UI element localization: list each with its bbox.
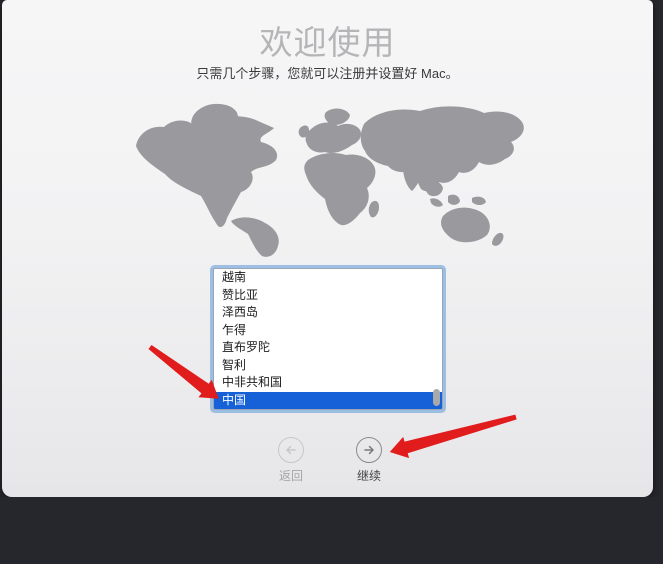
page-title: 欢迎使用 bbox=[2, 16, 653, 64]
back-button-label[interactable]: 返回 bbox=[261, 467, 321, 484]
voiceover-bar: 您需要听取 Mac 的设置说明吗？ 若要了解如何使用 VoiceOver 来设置… bbox=[0, 497, 663, 564]
country-list-item[interactable]: 中非共和国 bbox=[214, 374, 442, 392]
world-map-image bbox=[130, 100, 550, 260]
country-list-item[interactable]: 赞比亚 bbox=[214, 287, 442, 305]
arrow-left-icon bbox=[284, 443, 298, 457]
country-list-item[interactable]: 泽西岛 bbox=[214, 304, 442, 322]
scrollbar-thumb[interactable] bbox=[433, 389, 440, 406]
continue-button[interactable] bbox=[356, 437, 382, 463]
page-subtitle: 只需几个步骤，您就可以注册并设置好 Mac。 bbox=[2, 63, 653, 82]
continue-button-label[interactable]: 继续 bbox=[339, 467, 399, 484]
setup-window: 欢迎使用 只需几个步骤，您就可以注册并设置好 Mac。 bbox=[2, 0, 653, 497]
country-list-item[interactable]: 智利 bbox=[214, 357, 442, 375]
country-list-item[interactable]: 越南 bbox=[214, 269, 442, 287]
country-list-item[interactable]: 中国 bbox=[214, 392, 442, 410]
country-list-rows: 越南赞比亚泽西岛乍得直布罗陀智利中非共和国中国 bbox=[214, 269, 442, 409]
arrow-right-icon bbox=[362, 443, 376, 457]
country-list-item[interactable]: 直布罗陀 bbox=[214, 339, 442, 357]
back-button[interactable] bbox=[278, 437, 304, 463]
country-list-item[interactable]: 乍得 bbox=[214, 322, 442, 340]
country-list[interactable]: 越南赞比亚泽西岛乍得直布罗陀智利中非共和国中国 bbox=[213, 268, 443, 410]
